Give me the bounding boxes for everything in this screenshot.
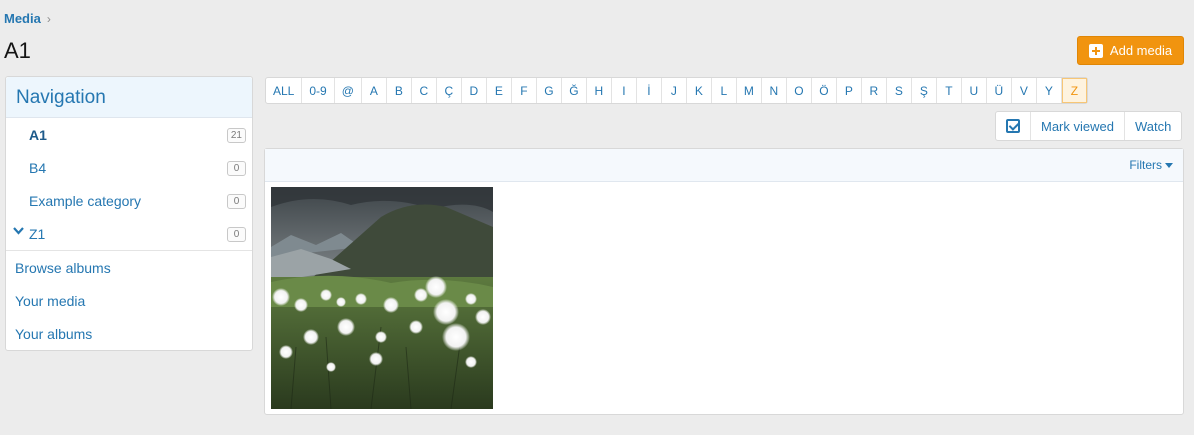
letter-filter-item[interactable]: H <box>587 78 612 103</box>
letter-filter-item[interactable]: M <box>737 78 762 103</box>
category-item-example[interactable]: Example category 0 <box>6 184 252 217</box>
category-label: A1 <box>29 126 47 143</box>
your-media-link[interactable]: Your media <box>6 284 252 317</box>
add-media-button[interactable]: Add media <box>1077 36 1184 65</box>
page-title: A1 <box>4 38 31 63</box>
letter-filter-item[interactable]: U <box>962 78 987 103</box>
category-count-badge: 21 <box>226 128 246 143</box>
category-list: A1 21 B4 0 Example category 0 Z1 0 <box>6 118 252 250</box>
letter-filter-item[interactable]: C <box>412 78 437 103</box>
letter-filter-item[interactable]: V <box>1012 78 1037 103</box>
letter-filter-item[interactable]: Ç <box>437 78 462 103</box>
letter-filter-item[interactable]: K <box>687 78 712 103</box>
letter-filter-item[interactable]: B <box>387 78 412 103</box>
letter-filter-item[interactable]: L <box>712 78 737 103</box>
browse-albums-link[interactable]: Browse albums <box>6 251 252 284</box>
letter-filter-item[interactable]: İ <box>637 78 662 103</box>
breadcrumb: Media › <box>4 11 51 26</box>
breadcrumb-separator: › <box>46 11 51 26</box>
breadcrumb-media-link[interactable]: Media <box>4 11 41 26</box>
mark-viewed-button[interactable]: Mark viewed <box>1031 112 1125 140</box>
watch-button[interactable]: Watch <box>1125 112 1181 140</box>
plus-square-icon <box>1088 43 1103 58</box>
letter-filter-item[interactable]: A <box>362 78 387 103</box>
letter-filter-item[interactable]: T <box>937 78 962 103</box>
letter-filter-symbol[interactable]: @ <box>335 78 362 103</box>
sidebar-title: Navigation <box>6 77 252 118</box>
media-actions: Mark viewed Watch <box>995 111 1183 141</box>
letter-filter-item[interactable]: Z <box>1061 78 1087 103</box>
letter-filter-item[interactable]: G <box>537 78 562 103</box>
letter-filter-item[interactable]: J <box>662 78 687 103</box>
letter-filter-item[interactable]: I <box>612 78 637 103</box>
category-count-badge: 0 <box>227 227 246 242</box>
category-item-a1[interactable]: A1 21 <box>6 118 252 151</box>
letter-filter-bar: ALL 0-9 @ A B C Ç D E F G Ğ H I İ J K L M N O Ö P R S Ş T U Ü V Y Z <box>265 77 1088 104</box>
navigation-sidebar: Navigation A1 21 B4 0 Example category 0… <box>5 76 253 351</box>
category-item-z1[interactable]: Z1 0 <box>6 217 252 250</box>
category-label: Example category <box>29 192 142 209</box>
category-count-badge: 0 <box>227 161 246 176</box>
letter-filter-item[interactable]: Ü <box>987 78 1012 103</box>
letter-filter-digits[interactable]: 0-9 <box>302 78 335 103</box>
category-label: Z1 <box>29 225 46 242</box>
chevron-down-icon[interactable] <box>13 226 24 238</box>
select-toggle-button[interactable] <box>996 112 1031 140</box>
category-item-b4[interactable]: B4 0 <box>6 151 252 184</box>
your-albums-link[interactable]: Your albums <box>6 317 252 350</box>
filters-dropdown[interactable]: Filters <box>1129 158 1173 172</box>
media-thumbnail[interactable] <box>271 187 493 409</box>
letter-filter-item[interactable]: Ö <box>812 78 837 103</box>
letter-filter-item[interactable]: F <box>512 78 537 103</box>
letter-filter-item[interactable]: R <box>862 78 887 103</box>
letter-filter-item[interactable]: Ş <box>912 78 937 103</box>
checkbox-icon <box>1006 119 1020 133</box>
letter-filter-item[interactable]: O <box>787 78 812 103</box>
mountain-meadow-photo <box>271 187 493 409</box>
category-count-badge: 0 <box>227 194 246 209</box>
add-media-label: Add media <box>1109 43 1173 58</box>
letter-filter-item[interactable]: Ğ <box>562 78 587 103</box>
media-list-panel: Filters <box>264 148 1184 415</box>
caret-down-icon <box>1165 162 1173 168</box>
filters-label: Filters <box>1129 158 1162 172</box>
panel-filter-bar: Filters <box>265 149 1183 182</box>
letter-filter-all[interactable]: ALL <box>266 78 303 103</box>
letter-filter-item[interactable]: S <box>887 78 912 103</box>
letter-filter-item[interactable]: D <box>462 78 487 103</box>
letter-filter-item[interactable]: N <box>762 78 787 103</box>
category-label: B4 <box>29 159 47 176</box>
letter-filter-item[interactable]: Y <box>1037 78 1062 103</box>
letter-filter-item[interactable]: P <box>837 78 862 103</box>
letter-filter-item[interactable]: E <box>487 78 512 103</box>
